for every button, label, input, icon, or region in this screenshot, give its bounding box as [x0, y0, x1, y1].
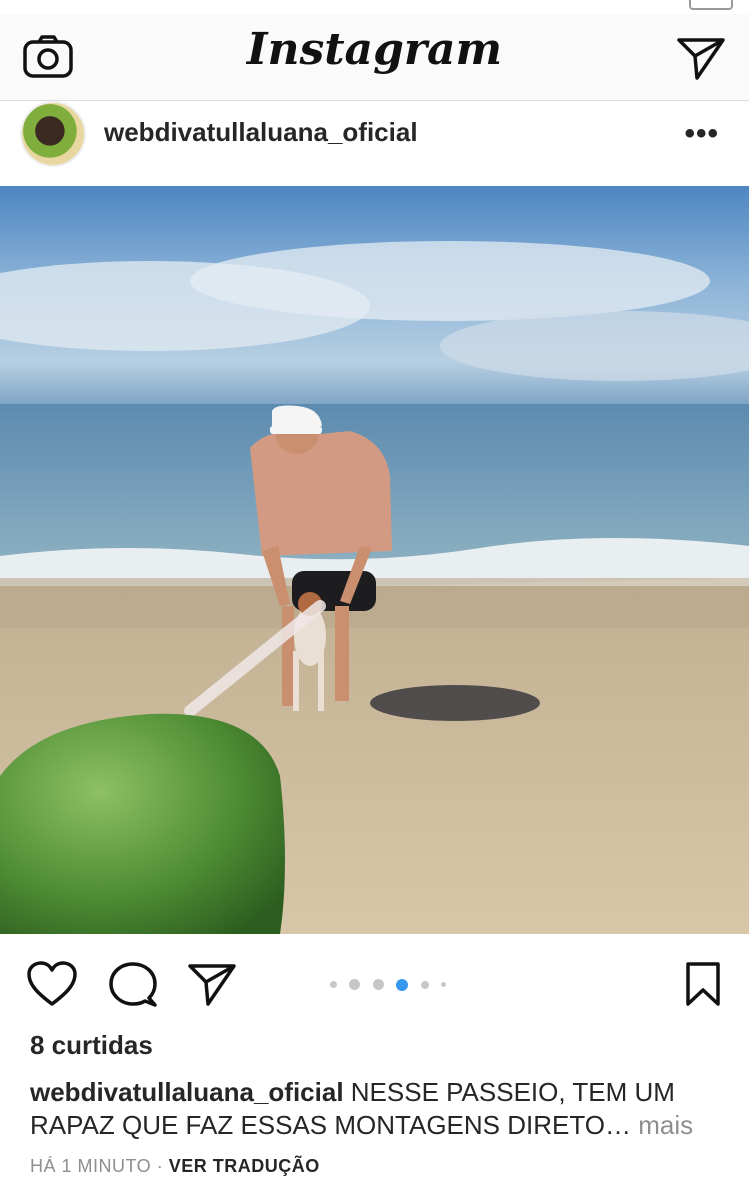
action-bar — [0, 934, 749, 1034]
coconut — [0, 713, 285, 934]
top-nav: Instagram — [0, 14, 749, 101]
see-translation-link[interactable]: VER TRADUÇÃO — [169, 1156, 320, 1176]
carousel-dot — [330, 981, 337, 989]
share-icon[interactable] — [186, 960, 238, 1008]
carousel-dot-active — [396, 978, 409, 991]
post-timestamp: HÁ 1 MINUTO — [30, 1156, 152, 1176]
like-count[interactable]: 8 curtidas — [30, 1030, 153, 1061]
heart-icon[interactable] — [26, 960, 78, 1008]
post-caption: webdivatullaluana_oficial NESSE PASSEIO,… — [30, 1076, 730, 1142]
post-photo[interactable] — [0, 186, 749, 934]
app-logo[interactable]: Instagram — [0, 24, 749, 75]
carousel-dot — [372, 979, 384, 991]
carousel-indicator — [330, 976, 454, 991]
direct-message-icon[interactable] — [675, 34, 727, 82]
caption-more-link[interactable]: mais — [638, 1110, 693, 1140]
carousel-dot — [441, 982, 447, 988]
meta-separator: · — [151, 1156, 169, 1176]
bookmark-icon[interactable] — [680, 960, 726, 1008]
post-username[interactable]: webdivatullaluana_oficial — [104, 117, 418, 148]
carousel-dot — [420, 980, 429, 989]
comment-icon[interactable] — [107, 960, 159, 1008]
carousel-dot — [349, 979, 361, 991]
more-options-icon[interactable]: ••• — [684, 117, 719, 151]
post-meta: HÁ 1 MINUTO · VER TRADUÇÃO — [30, 1156, 320, 1177]
caption-username[interactable]: webdivatullaluana_oficial — [30, 1077, 344, 1107]
post-header: webdivatullaluana_oficial ••• — [0, 101, 749, 186]
battery-icon — [689, 0, 733, 10]
status-bar — [0, 0, 749, 14]
avatar[interactable] — [20, 101, 86, 167]
